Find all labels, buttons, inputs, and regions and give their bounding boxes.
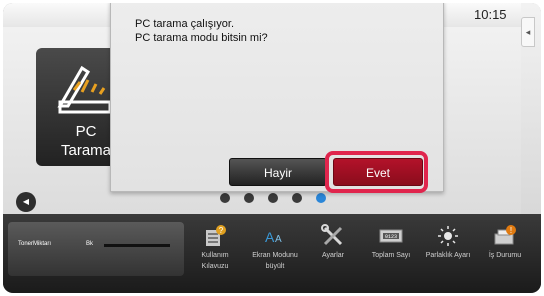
svg-text:A: A — [275, 234, 282, 245]
settings-button[interactable]: Ayarlar — [308, 220, 358, 286]
total-count-icon: 0123 — [379, 229, 403, 243]
enlarge-display-button[interactable]: A A Ekran Modunu büyült — [250, 220, 300, 286]
enlarge-display-icon: A A — [265, 229, 282, 245]
dialog-message-line2: PC tarama modu bitsin mi? — [135, 32, 268, 44]
no-button[interactable]: Hayir — [229, 158, 327, 186]
job-status-label: İş Durumu — [488, 252, 522, 259]
enlarge-display-label: Ekran Modunu büyült — [252, 252, 298, 270]
toner-level-panel: TonerMiktarı Bk — [8, 222, 184, 276]
side-panel-tab[interactable]: ◂ — [521, 17, 535, 47]
previous-page-button[interactable]: ◀ — [16, 192, 36, 212]
device-screen: ◂ PC Tarama 10:15 ◀ PC tarama çalışıyor.… — [3, 3, 541, 293]
dialog-message-line1: PC tarama çalışıyor. — [135, 18, 235, 30]
user-manual-button[interactable]: ? Kullanım Kılavuzu — [190, 220, 240, 286]
toner-level-bar — [104, 244, 170, 247]
clock: 10:15 — [474, 7, 507, 22]
scanner-icon — [57, 65, 112, 114]
page-dot-active[interactable] — [316, 193, 326, 203]
page-dot[interactable] — [244, 193, 254, 203]
job-status-icon: ! — [494, 225, 516, 245]
svg-text:A: A — [265, 229, 275, 245]
page-indicator — [220, 193, 340, 205]
svg-text:0123: 0123 — [385, 234, 397, 240]
brightness-button[interactable]: Parlaklık Ayarı — [423, 220, 473, 286]
svg-text:?: ? — [219, 226, 224, 235]
page-dot[interactable] — [220, 193, 230, 203]
manual-icon: ? — [206, 225, 226, 246]
job-status-button[interactable]: ! İş Durumu — [480, 220, 530, 286]
user-manual-label: Kullanım Kılavuzu — [201, 252, 229, 270]
dialog-message: PC tarama çalışıyor. PC tarama modu bits… — [135, 17, 268, 45]
page-dot[interactable] — [268, 193, 278, 203]
brightness-label: Parlaklık Ayarı — [425, 252, 471, 259]
toner-title: TonerMiktarı — [18, 241, 52, 247]
yes-button-highlight — [325, 151, 428, 193]
svg-text:!: ! — [510, 226, 512, 235]
settings-label: Ayarlar — [321, 252, 345, 259]
toner-bk-label: Bk — [86, 241, 94, 247]
total-count-button[interactable]: 0123 Toplam Sayı — [366, 220, 416, 286]
total-count-label: Toplam Sayı — [371, 252, 411, 259]
settings-tools-icon — [321, 224, 343, 246]
page-dot[interactable] — [292, 193, 302, 203]
brightness-icon — [438, 226, 458, 246]
